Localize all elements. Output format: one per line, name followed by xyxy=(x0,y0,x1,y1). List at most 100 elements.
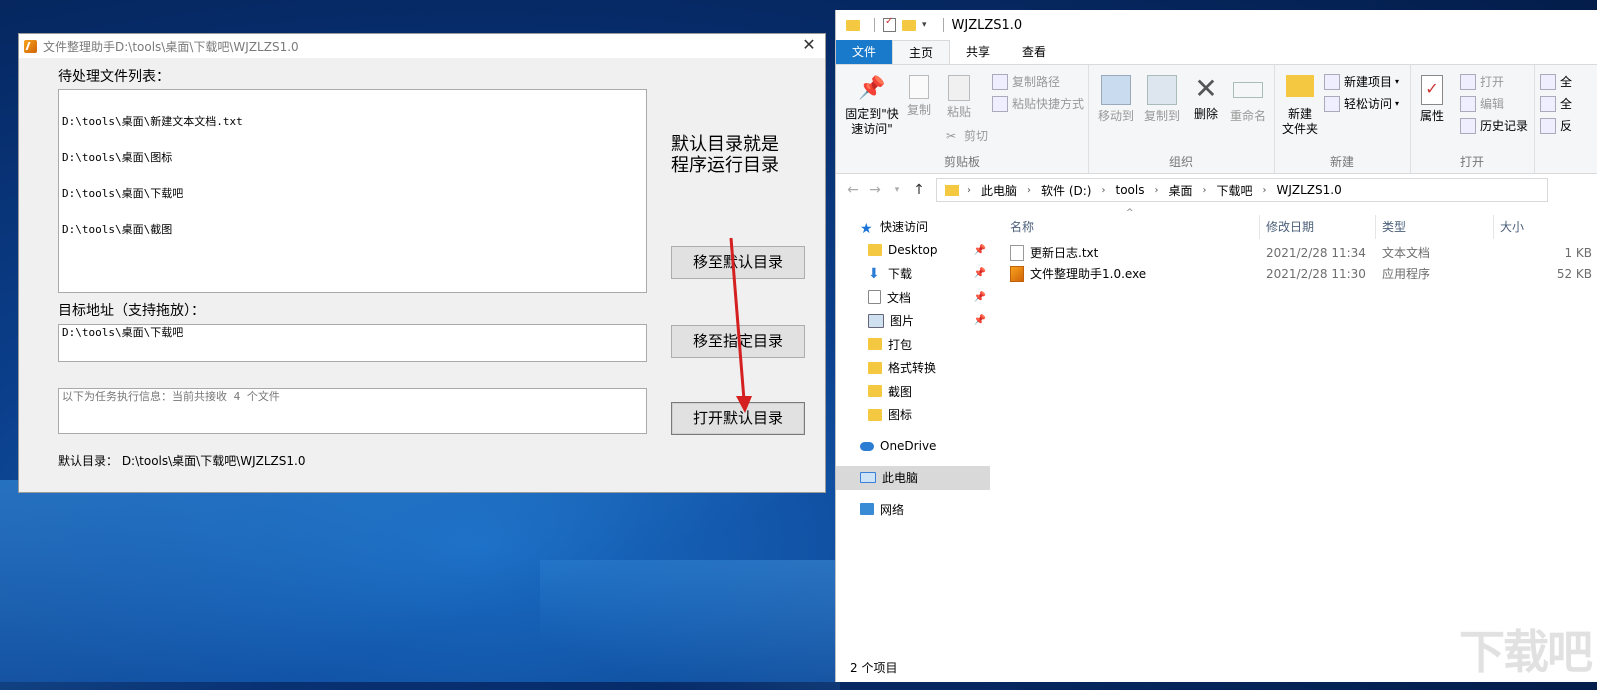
tab-file[interactable]: 文件 xyxy=(836,40,893,64)
pin-icon: 📌 xyxy=(973,244,986,256)
recent-locations-icon[interactable]: ▾ xyxy=(886,185,908,195)
breadcrumb-item[interactable]: WJZLZS1.0 xyxy=(1277,183,1342,197)
move-to-button[interactable]: 移动到 xyxy=(1094,75,1138,124)
delete-button[interactable]: ✕ 删除 xyxy=(1188,75,1224,122)
select-group: 全 全 反 xyxy=(1534,65,1597,173)
nav-label: Desktop xyxy=(888,243,938,258)
copy-to-icon xyxy=(1147,75,1177,105)
properties-label: 属性 xyxy=(1419,109,1444,123)
file-date: 2021/2/28 11:30 xyxy=(1266,266,1366,281)
nav-item-folder[interactable]: 格式转换 xyxy=(836,356,990,380)
column-name[interactable]: 名称 xyxy=(1004,215,1260,239)
properties-button[interactable]: ✓ 属性 xyxy=(1414,75,1450,124)
nav-item-folder[interactable]: 截图 xyxy=(836,380,990,404)
properties-check-icon[interactable] xyxy=(883,16,896,32)
copy-icon xyxy=(909,75,929,99)
breadcrumb-item[interactable]: 此电脑 xyxy=(981,182,1017,199)
nav-item-folder[interactable]: 打包 xyxy=(836,333,990,357)
nav-item-this-pc[interactable]: 此电脑 xyxy=(836,466,990,490)
pin-label-2: 速访问" xyxy=(851,122,893,136)
folder-icon xyxy=(868,338,882,351)
paste-shortcut-button[interactable]: 粘贴快捷方式 xyxy=(992,95,1084,112)
up-arrow-icon[interactable]: ↑ xyxy=(908,182,930,198)
column-size[interactable]: 大小 xyxy=(1494,215,1597,239)
breadcrumb-item[interactable]: 软件 (D:) xyxy=(1041,182,1091,199)
cloud-icon xyxy=(860,441,874,451)
chevron-down-icon[interactable]: ▾ xyxy=(922,20,927,30)
column-date[interactable]: 修改日期 xyxy=(1260,215,1376,239)
pin-quick-access-button[interactable]: 📌 固定到"快 速访问" xyxy=(840,75,904,137)
nav-item-desktop[interactable]: Desktop 📌 xyxy=(836,239,990,263)
nav-item-network[interactable]: 网络 xyxy=(836,498,990,522)
breadcrumb-separator-icon[interactable]: › xyxy=(1027,185,1031,196)
history-button[interactable]: 历史记录 xyxy=(1460,117,1528,134)
breadcrumb-separator-icon[interactable]: › xyxy=(1101,185,1105,196)
nav-item-downloads[interactable]: ⬇ 下载 📌 xyxy=(836,262,990,286)
nav-item-documents[interactable]: 文档 📌 xyxy=(836,286,990,310)
breadcrumb-separator-icon[interactable]: › xyxy=(1154,185,1158,196)
back-arrow-icon[interactable]: ← xyxy=(842,182,864,198)
file-date: 2021/2/28 11:34 xyxy=(1266,245,1366,260)
tab-home[interactable]: 主页 xyxy=(892,40,951,64)
table-row[interactable]: 文件整理助手1.0.exe 2021/2/28 11:30 应用程序 52 KB xyxy=(1004,263,1597,284)
breadcrumb-separator-icon[interactable]: › xyxy=(967,185,971,196)
breadcrumb-item[interactable]: 桌面 xyxy=(1168,182,1192,199)
new-folder-icon[interactable] xyxy=(902,19,916,31)
clipboard-group-label: 剪贴板 xyxy=(943,155,980,169)
nav-item-onedrive[interactable]: OneDrive xyxy=(836,435,990,459)
nav-label: 快速访问 xyxy=(880,220,929,235)
copy-button[interactable]: 复制 xyxy=(902,75,936,118)
clipboard-group: 📌 固定到"快 速访问" 复制 粘贴 复制路径 粘贴快捷方式 ✂ 剪切 剪贴板 xyxy=(836,65,1089,173)
address-bar[interactable]: › 此电脑 › 软件 (D:) › tools › 桌面 › 下载吧 › WJZ… xyxy=(936,178,1548,202)
item-count-status: 2 个项目 xyxy=(850,661,898,675)
cut-label: 剪切 xyxy=(964,129,989,143)
forward-arrow-icon[interactable]: → xyxy=(864,182,886,198)
easy-access-button[interactable]: 轻松访问 ▾ xyxy=(1324,95,1399,112)
nav-label: 截图 xyxy=(888,384,913,399)
breadcrumb-item[interactable]: tools xyxy=(1115,183,1144,197)
copy-to-button[interactable]: 复制到 xyxy=(1140,75,1184,124)
select-none-button[interactable]: 全 xyxy=(1540,95,1572,112)
new-folder-icon xyxy=(1286,75,1314,97)
file-explorer-window: ▾ WJZLZS1.0 文件 主页 共享 查看 📌 固定到"快 速访问" 复制 … xyxy=(835,10,1597,682)
nav-item-folder[interactable]: 图标 xyxy=(836,403,990,427)
open-button[interactable]: 打开 xyxy=(1460,73,1504,90)
tab-share[interactable]: 共享 xyxy=(950,40,1006,64)
breadcrumb-separator-icon[interactable]: › xyxy=(1263,185,1267,196)
edit-button[interactable]: 编辑 xyxy=(1460,95,1504,112)
copy-path-button[interactable]: 复制路径 xyxy=(992,73,1060,90)
separator xyxy=(942,18,944,32)
arrow-head xyxy=(736,396,752,413)
select-all-button[interactable]: 全 xyxy=(1540,73,1572,90)
new-folder-label-2: 文件夹 xyxy=(1281,122,1318,136)
nav-item-pictures[interactable]: 图片 📌 xyxy=(836,309,990,333)
star-icon: ★ xyxy=(860,220,873,237)
pin-icon: 📌 xyxy=(973,291,986,303)
breadcrumb-separator-icon[interactable]: › xyxy=(1202,185,1206,196)
file-name-cell: 文件整理助手1.0.exe xyxy=(1004,265,1260,282)
invert-selection-button[interactable]: 反 xyxy=(1540,117,1572,134)
tab-view[interactable]: 查看 xyxy=(1006,40,1062,64)
new-folder-button[interactable]: 新建 文件夹 xyxy=(1278,75,1322,137)
folder-icon xyxy=(868,244,882,257)
column-type[interactable]: 类型 xyxy=(1376,215,1494,239)
pin-label-1: 固定到"快 xyxy=(845,107,899,121)
paste-button[interactable]: 粘贴 xyxy=(942,75,976,120)
new-item-icon xyxy=(1324,73,1340,90)
address-bar-row: ← → ▾ ↑ › 此电脑 › 软件 (D:) › tools › 桌面 › 下… xyxy=(836,174,1597,206)
breadcrumb-item[interactable]: 下载吧 xyxy=(1216,182,1252,199)
folder-icon xyxy=(945,184,959,196)
explorer-title-bar[interactable]: ▾ WJZLZS1.0 xyxy=(836,10,1597,40)
file-size: 52 KB xyxy=(1556,266,1592,281)
table-row[interactable]: 更新日志.txt 2021/2/28 11:34 文本文档 1 KB xyxy=(1004,242,1597,263)
separator xyxy=(874,18,875,32)
edit-icon xyxy=(1460,95,1476,112)
organize-group: 移动到 复制到 ✕ 删除 重命名 组织 xyxy=(1088,65,1275,173)
nav-label: 图标 xyxy=(888,408,913,423)
rename-button[interactable]: 重命名 xyxy=(1226,75,1270,124)
cut-button[interactable]: ✂ 剪切 xyxy=(946,127,988,144)
new-item-button[interactable]: 新建项目 ▾ xyxy=(1324,73,1399,90)
properties-icon: ✓ xyxy=(1421,75,1443,105)
nav-label: 此电脑 xyxy=(882,471,919,486)
nav-item-quick-access[interactable]: ★ 快速访问 xyxy=(836,215,990,239)
